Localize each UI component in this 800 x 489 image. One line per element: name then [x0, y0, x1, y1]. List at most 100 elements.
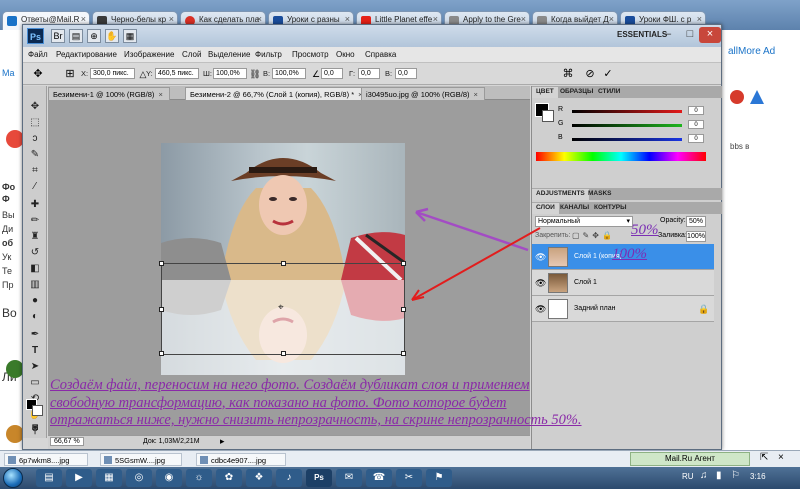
document-tab[interactable]: Безимени-1 @ 100% (RGB/8) × [48, 87, 170, 100]
close-icon[interactable]: × [345, 14, 350, 24]
blur-tool-icon[interactable]: ● [27, 294, 43, 308]
transform-handle[interactable] [401, 307, 406, 312]
eraser-tool-icon[interactable]: ◧ [27, 262, 43, 276]
channel-value-field[interactable]: 0 [688, 120, 704, 129]
close-icon[interactable]: × [699, 27, 721, 43]
reference-point-icon[interactable]: ⊞ [63, 67, 77, 81]
y-position-field[interactable]: 460,5 пикс. [155, 68, 199, 79]
healing-brush-tool-icon[interactable]: ✚ [27, 198, 43, 212]
maximize-icon[interactable]: □ [679, 27, 701, 43]
transform-handle[interactable] [401, 351, 406, 356]
opacity-field[interactable]: 50% [686, 216, 706, 227]
quick-selection-tool-icon[interactable]: ✎ [27, 148, 43, 162]
menu-filter[interactable]: Фильтр [255, 50, 282, 59]
app-icon[interactable]: ♪ [276, 469, 302, 487]
photoshop-taskbar-icon[interactable]: Ps [306, 469, 332, 487]
menu-edit[interactable]: Редактирование [56, 50, 117, 59]
zoom-level-field[interactable]: 66,67 % [50, 437, 84, 446]
eye-icon[interactable]: 👁 [535, 252, 546, 262]
app-icon[interactable]: ✉ [336, 469, 362, 487]
channel-value-field[interactable]: 0 [688, 106, 704, 115]
transform-handle[interactable] [281, 351, 286, 356]
transform-handle[interactable] [281, 261, 286, 266]
mini-bridge-button[interactable]: ▤ [69, 29, 83, 43]
blend-mode-select[interactable]: Нормальный ▾ [535, 216, 633, 227]
page-link[interactable]: allMore Ad [728, 46, 775, 57]
marquee-tool-icon[interactable]: ⬚ [27, 116, 43, 130]
menu-view[interactable]: Просмотр [292, 50, 329, 59]
close-icon[interactable]: × [169, 14, 174, 24]
horizontal-skew-field[interactable]: 0,0 [358, 68, 380, 79]
bridge-button[interactable]: Br [51, 29, 65, 43]
transform-handle[interactable] [401, 261, 406, 266]
language-indicator[interactable]: RU [682, 472, 694, 481]
close-icon[interactable]: × [433, 14, 438, 24]
transform-handle[interactable] [159, 307, 164, 312]
app-icon[interactable]: ⚑ [426, 469, 452, 487]
taskbar-clock[interactable]: 3:16 [750, 472, 766, 481]
layer-photo-original[interactable] [161, 143, 405, 280]
tray-flag-icon[interactable]: ⚐ [731, 470, 740, 481]
close-icon[interactable]: × [609, 14, 614, 24]
volume-icon[interactable]: ♫ [700, 470, 708, 481]
layer-name[interactable]: Слой 1 [574, 279, 597, 286]
red-channel-slider[interactable]: R 0 [546, 106, 706, 116]
x-position-field[interactable]: 300,0 пикс. [90, 68, 135, 79]
dodge-tool-icon[interactable]: ◐ [27, 310, 43, 324]
commit-transform-icon[interactable]: ✓ [601, 67, 615, 81]
download-item[interactable]: cdbc4e907....jpg [196, 453, 286, 466]
link-icon[interactable]: ⛓ [248, 67, 262, 81]
browser-icon[interactable]: ◎ [126, 469, 152, 487]
menu-help[interactable]: Справка [365, 50, 396, 59]
blue-channel-slider[interactable]: B 0 [546, 134, 706, 144]
hand-tool-button[interactable]: ✋ [105, 29, 119, 43]
transform-handle[interactable] [159, 261, 164, 266]
cancel-transform-icon[interactable]: ⊘ [583, 67, 597, 81]
media-player-icon[interactable]: ▶ [66, 469, 92, 487]
notification-icon[interactable] [750, 90, 764, 104]
channel-track[interactable] [572, 110, 682, 113]
path-selection-tool-icon[interactable]: ➤ [27, 360, 43, 374]
menu-select[interactable]: Выделение [208, 50, 250, 59]
close-icon[interactable]: × [521, 14, 526, 24]
eye-icon[interactable]: 👁 [535, 304, 546, 314]
move-tool-icon[interactable]: ✥ [27, 100, 43, 114]
close-icon[interactable]: × [81, 14, 86, 24]
move-tool-icon[interactable]: ✥ [31, 67, 45, 81]
type-tool-icon[interactable]: T [27, 344, 43, 358]
transform-center-icon[interactable]: ⌖ [278, 302, 284, 313]
color-spectrum-ramp[interactable] [536, 152, 706, 161]
rotation-angle-field[interactable]: 0,0 [321, 68, 343, 79]
zoom-level-button[interactable]: ⊕ [87, 29, 101, 43]
browser-icon[interactable]: ◉ [156, 469, 182, 487]
lock-options-icon[interactable]: ▢✎✥🔒 [572, 231, 615, 240]
document-tab[interactable]: i30495uo.jpg @ 100% (RGB/8) × [361, 87, 485, 100]
crop-tool-icon[interactable]: ⌗ [27, 164, 43, 178]
close-icon[interactable]: × [778, 452, 784, 463]
close-icon[interactable]: × [697, 14, 702, 24]
transform-handle[interactable] [159, 351, 164, 356]
menu-window[interactable]: Окно [336, 50, 355, 59]
mailru-agent-button[interactable]: Mail.Ru Агент [630, 452, 750, 466]
quick-mask-icon[interactable]: ◙ [27, 421, 43, 435]
channel-track[interactable] [572, 124, 682, 127]
app-icon[interactable]: ✿ [216, 469, 242, 487]
height-scale-field[interactable]: 100,0% [272, 68, 306, 79]
green-channel-slider[interactable]: G 0 [546, 120, 706, 130]
gradient-tool-icon[interactable]: ▥ [27, 278, 43, 292]
tab-paths[interactable]: КОНТУРЫ [590, 203, 630, 214]
channel-value-field[interactable]: 0 [688, 134, 704, 143]
tab-styles[interactable]: СТИЛИ [594, 87, 624, 98]
channel-track[interactable] [572, 138, 682, 141]
menu-image[interactable]: Изображение [124, 50, 174, 59]
app-icon[interactable]: ☼ [186, 469, 212, 487]
pen-tool-icon[interactable]: ✒ [27, 328, 43, 342]
folder-icon[interactable]: ▦ [96, 469, 122, 487]
close-icon[interactable]: × [257, 14, 262, 24]
tab-channels[interactable]: КАНАЛЫ [556, 203, 593, 214]
menu-layer[interactable]: Слой [182, 50, 201, 59]
lasso-tool-icon[interactable]: ↄ [27, 132, 43, 146]
explorer-icon[interactable]: ▤ [36, 469, 62, 487]
shape-tool-icon[interactable]: ▭ [27, 376, 43, 390]
tab-masks[interactable]: MASKS [584, 189, 615, 200]
